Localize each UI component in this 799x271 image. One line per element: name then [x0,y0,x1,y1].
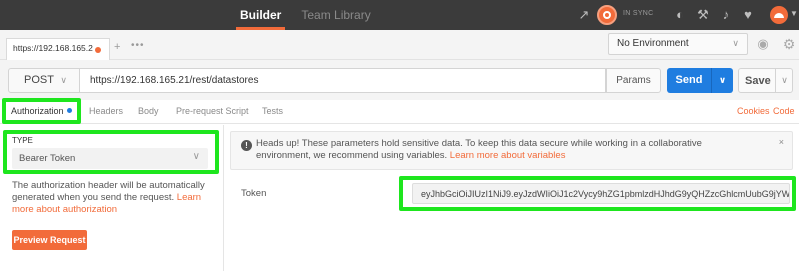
tab-builder[interactable]: Builder [230,0,291,30]
close-icon[interactable]: × [779,137,784,147]
learn-more-variables-link[interactable]: Learn more about variables [450,150,566,161]
authorization-tab-highlight [2,98,81,124]
panel-divider [223,125,224,271]
tab-headers[interactable]: Headers [89,106,123,116]
app-header: Builder Team Library ↗ IN SYNC ◐ ⚒ ♪ ♥ ▼ [0,0,799,30]
request-tab[interactable]: https://192.168.165.2 [6,38,110,60]
interceptor-icon[interactable]: ◐ [672,7,688,23]
send-button[interactable]: Send ∨ [667,68,733,93]
chevron-down-icon: ∨ [732,38,739,48]
code-link[interactable]: Code [773,106,795,116]
chevron-down-icon[interactable]: ▼ [790,9,798,18]
gear-icon[interactable]: ⚙ [779,34,799,54]
sensitive-data-notice: ! Heads up! These parameters hold sensit… [230,131,793,170]
method-select[interactable]: POST ∨ [8,68,80,93]
chevron-down-icon: ∨ [60,75,67,85]
tab-team-library[interactable]: Team Library [291,0,380,30]
tab-pre-request-script[interactable]: Pre-request Script [176,106,249,116]
save-label: Save [745,75,771,87]
send-label: Send [675,74,703,86]
url-bar: POST ∨ https://192.168.165.21/rest/datas… [0,60,799,100]
url-input[interactable]: https://192.168.165.21/rest/datastores [80,68,606,93]
new-tab-button[interactable]: + [114,41,120,53]
bell-icon[interactable]: ♪ [718,7,734,23]
cookies-link[interactable]: Cookies [737,106,770,116]
auth-description: The authorization header will be automat… [12,180,212,216]
environment-value: No Environment [617,38,689,49]
environment-select[interactable]: No Environment ∨ [608,33,748,55]
notice-text-block: Heads up! These parameters hold sensitiv… [256,138,751,162]
request-tab-title: https://192.168.165.2 [13,43,93,53]
heart-icon[interactable]: ♥ [740,7,756,23]
tab-body[interactable]: Body [138,106,159,116]
satellite-icon[interactable]: ↗ [576,7,592,23]
tab-tests[interactable]: Tests [262,106,283,116]
token-label: Token [241,188,267,199]
more-tabs-button[interactable]: ••• [131,40,145,51]
send-options-chevron-icon[interactable]: ∨ [711,68,733,93]
sync-icon[interactable] [597,5,617,25]
type-select-highlight [3,130,219,174]
request-subtabs: Authorization Headers Body Pre-request S… [0,100,799,124]
token-input-highlight [399,176,796,211]
unsaved-dot-icon [95,47,101,53]
header-nav: Builder Team Library [230,0,381,30]
avatar[interactable] [770,6,788,24]
save-options-chevron-icon[interactable]: ∨ [775,69,793,92]
info-icon: ! [241,140,252,151]
params-button[interactable]: Params [606,68,661,93]
save-button[interactable]: Save ∨ [738,68,793,93]
sync-status: IN SYNC [623,10,654,17]
eye-icon[interactable]: ◉ [752,34,774,54]
method-value: POST [24,74,54,86]
wrench-icon[interactable]: ⚒ [695,7,711,23]
preview-request-button[interactable]: Preview Request [12,230,87,250]
